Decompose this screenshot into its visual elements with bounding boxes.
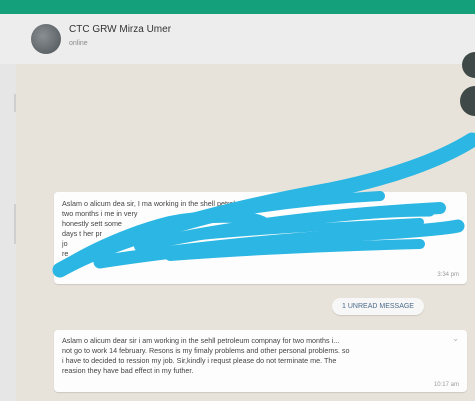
unread-messages-separator: 1 UNREAD MESSAGE bbox=[332, 298, 424, 315]
app-top-bar bbox=[0, 0, 475, 14]
message-line: re bbox=[62, 249, 69, 258]
message-line: reasion they have bad effect in my futhe… bbox=[62, 366, 194, 375]
chat-list-edge bbox=[0, 64, 16, 401]
message-time: 3:34 pm bbox=[437, 272, 459, 278]
message-line: honestly sett some bbox=[62, 219, 122, 228]
message-line: Aslam o alicum dear sir i am working in … bbox=[62, 336, 340, 345]
message-line: not go to work 14 february. Resons is my… bbox=[62, 346, 350, 355]
chevron-down-icon[interactable]: ⌄ bbox=[452, 334, 459, 343]
message-line: two months i me in very bbox=[62, 209, 138, 218]
message-line: jo bbox=[62, 239, 68, 248]
contact-name: CTC GRW Mirza Umer bbox=[69, 24, 172, 35]
message-line: Aslam o alicum dea sir, I ma working in … bbox=[62, 199, 273, 208]
message-line: days t her pr bbox=[62, 229, 102, 238]
incoming-message-bubble[interactable]: Aslam o alicum dear sir i am working in … bbox=[54, 330, 467, 392]
contact-status: online bbox=[69, 40, 88, 47]
chat-header[interactable]: CTC GRW Mirza Umer online bbox=[0, 14, 475, 65]
message-line: i have to decided to ression my job. Sir… bbox=[62, 356, 337, 365]
message-time: 10:17 am bbox=[433, 382, 459, 388]
incoming-message-bubble[interactable]: Aslam o alicum dea sir, I ma working in … bbox=[54, 192, 467, 284]
attachment-thumbnail[interactable] bbox=[462, 52, 475, 78]
contact-avatar[interactable] bbox=[31, 24, 61, 54]
message-pane[interactable]: Aslam o alicum dea sir, I ma working in … bbox=[16, 52, 475, 401]
attachment-thumbnail[interactable] bbox=[460, 86, 475, 116]
